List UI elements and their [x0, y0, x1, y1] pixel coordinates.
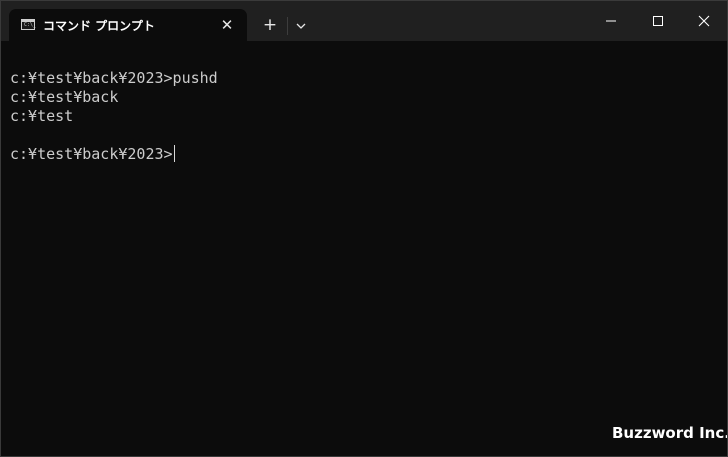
close-tab-button[interactable]: ✕ — [217, 15, 237, 35]
command-prompt-icon-glyph: C:\_ — [24, 22, 37, 28]
terminal-line: c:¥test¥back — [10, 88, 119, 106]
tab-title: コマンド プロンプト — [43, 19, 155, 33]
command-prompt-icon: C:\_ — [21, 19, 37, 30]
maximize-button[interactable] — [635, 1, 681, 41]
terminal-output[interactable]: c:¥test¥back¥2023>pushd c:¥test¥back c:¥… — [1, 41, 727, 456]
tab-command-prompt[interactable]: C:\_ コマンド プロンプト ✕ — [9, 9, 247, 41]
terminal-prompt: c:¥test¥back¥2023> — [10, 145, 173, 163]
title-bar[interactable]: C:\_ コマンド プロンプト ✕ + — [1, 1, 727, 41]
close-icon — [698, 15, 710, 27]
new-tab-button[interactable]: + — [259, 15, 281, 37]
terminal-line: c:¥test — [10, 107, 74, 125]
minimize-button[interactable] — [588, 1, 634, 41]
text-cursor — [173, 145, 175, 162]
minimize-icon — [606, 20, 616, 22]
chevron-down-icon — [296, 23, 306, 29]
terminal-prompt-line: c:¥test¥back¥2023> — [10, 145, 175, 164]
tab-divider — [287, 17, 288, 35]
maximize-icon — [653, 16, 663, 26]
terminal-line: c:¥test¥back¥2023>pushd — [10, 69, 218, 87]
watermark-logo: Buzzword Inc. — [612, 424, 728, 442]
terminal-window: C:\_ コマンド プロンプト ✕ + c:¥test¥back¥2023>pu… — [0, 0, 728, 457]
close-window-button[interactable] — [681, 1, 727, 41]
tab-dropdown-button[interactable] — [291, 15, 311, 37]
